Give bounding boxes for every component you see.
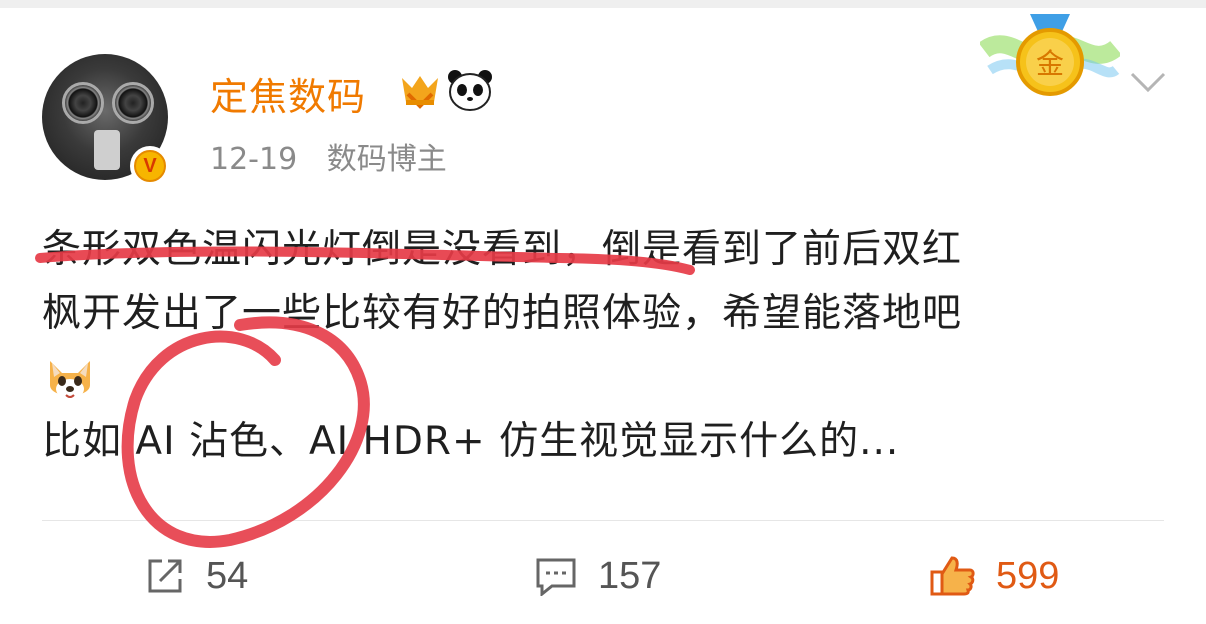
comment-icon [536, 558, 576, 596]
like-button[interactable]: 599 [928, 552, 1059, 600]
post-text-line-3 [42, 346, 1152, 410]
account-type: 数码博主 [326, 142, 447, 177]
post-text-line-1: 条形双色温闪光灯倒是没看到，倒是看到了前后双红 [42, 227, 963, 272]
chevron-down-icon[interactable] [1128, 66, 1168, 96]
username[interactable]: 定焦数码 [210, 66, 366, 121]
post-text-line-4: 比如 AI 沾色、AI HDR+ 仿生视觉显示什么的... [42, 419, 900, 464]
share-button[interactable]: 54 [144, 552, 248, 600]
dog-emoji-icon [50, 360, 90, 399]
share-icon [148, 559, 182, 593]
gold-medal-icon[interactable]: 金 [980, 10, 1120, 110]
verified-v-icon: V [130, 146, 170, 186]
top-divider-bar [0, 0, 1206, 8]
comment-count: 157 [598, 554, 662, 597]
comment-button[interactable]: 157 [534, 552, 661, 600]
post-date[interactable]: 12-19 [210, 142, 297, 177]
vip-badge-icon[interactable] [398, 72, 442, 110]
medal-label: 金 [1036, 47, 1064, 80]
post-text-line-2: 枫开发出了一些比较有好的拍照体验，希望能落地吧 [42, 291, 963, 336]
panda-icon[interactable] [446, 68, 494, 112]
share-count: 54 [206, 554, 249, 597]
post-meta: 12-19 数码博主 [210, 134, 467, 178]
like-count: 599 [996, 554, 1060, 597]
content-divider [42, 520, 1164, 521]
post-text: 条形双色温闪光灯倒是没看到，倒是看到了前后双红 枫开发出了一些比较有好的拍照体验… [42, 218, 1152, 474]
thumbs-up-icon [930, 556, 975, 596]
